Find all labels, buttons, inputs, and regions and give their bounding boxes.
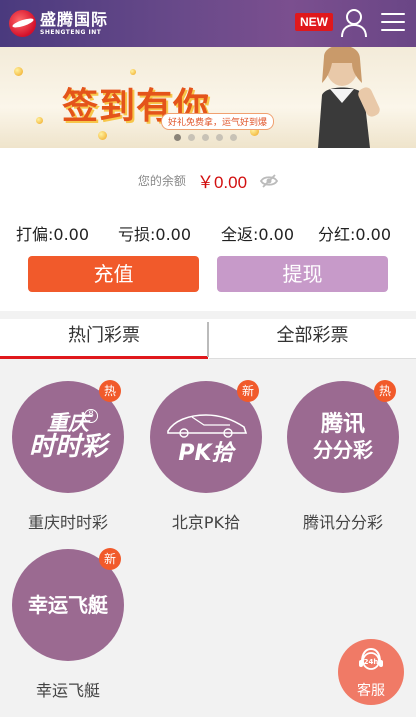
balance-label: 您的余额 — [137, 174, 186, 188]
promo-banner[interactable]: 签到有你 好礼免费拿，运气好到爆 — [0, 47, 416, 148]
game-icon: PK拾 新 — [150, 380, 262, 493]
game-logo-line1: 腾讯 — [320, 411, 365, 437]
game-item-xyft[interactable]: 幸运飞艇 新 幸运飞艇 — [0, 548, 136, 701]
game-item-txffc[interactable]: 腾讯 分分彩 热 腾讯分分彩 — [275, 380, 411, 533]
hot-badge: 热 — [374, 380, 396, 402]
new-badge[interactable]: NEW — [295, 13, 333, 31]
game-name: 腾讯分分彩 — [302, 513, 383, 532]
coin-icon — [130, 69, 136, 75]
game-name: 重庆时时彩 — [27, 513, 108, 532]
eye-hidden-icon[interactable] — [260, 173, 279, 188]
game-name: 幸运飞艇 — [35, 681, 100, 700]
stat-dapian: 打偏:0.00 — [16, 225, 90, 244]
hot-badge: 热 — [99, 380, 121, 402]
game-icon: 幸运飞艇 新 — [12, 548, 124, 661]
game-logo-line1: 重庆 — [47, 411, 89, 436]
game-logo-line2: 分分彩 — [313, 438, 373, 463]
balance-row: 您的余额 ￥0.00 — [0, 168, 416, 193]
carousel-dot[interactable] — [202, 134, 209, 141]
banner-subtitle: 好礼免费拿，运气好到爆 — [161, 113, 275, 130]
game-icon: 重庆 时时彩 8 热 — [12, 380, 124, 493]
customer-service-button[interactable]: 24h 客服 — [338, 639, 404, 705]
headset-icon: 24h — [359, 647, 383, 670]
tab-all-lottery[interactable]: 全部彩票 — [209, 319, 416, 359]
brand-logo[interactable]: 盛腾国际 SHENGTENG INT — [9, 10, 108, 37]
game-item-bjpk10[interactable]: PK拾 新 北京PK拾 — [138, 380, 274, 533]
stat-kuisun: 亏损:0.00 — [118, 225, 192, 244]
deposit-button[interactable]: 充值 — [28, 256, 199, 292]
carousel-dot[interactable] — [230, 134, 237, 141]
game-logo-line1: PK拾 — [178, 441, 234, 467]
carousel-dots — [174, 134, 244, 141]
logo-title: 盛腾国际 — [40, 9, 109, 29]
carousel-dot[interactable] — [188, 134, 195, 141]
coin-icon — [36, 117, 43, 124]
game-logo-sup: 8 — [84, 409, 98, 423]
stats-row: 打偏:0.00 亏损:0.00 全返:0.00 分红:0.00 — [0, 221, 416, 244]
tab-hot-lottery[interactable]: 热门彩票 — [0, 319, 208, 359]
top-header: 盛腾国际 SHENGTENG INT NEW — [0, 0, 416, 47]
user-icon[interactable] — [340, 8, 368, 38]
service-label: 客服 — [357, 683, 385, 699]
game-name: 北京PK拾 — [171, 513, 241, 532]
game-logo-line2: 时时彩 — [28, 432, 107, 463]
stat-quanfan: 全返:0.00 — [221, 225, 295, 244]
game-item-cqssc[interactable]: 重庆 时时彩 8 热 重庆时时彩 — [0, 380, 136, 533]
logo-mark-icon — [9, 10, 36, 37]
new-badge: 新 — [237, 380, 259, 402]
stat-fenhong: 分红:0.00 — [318, 225, 392, 244]
withdraw-button[interactable]: 提现 — [217, 256, 388, 292]
carousel-dot[interactable] — [216, 134, 223, 141]
coin-icon — [98, 131, 107, 140]
new-badge: 新 — [99, 548, 121, 570]
coin-icon — [14, 67, 23, 76]
banner-model-image — [318, 47, 380, 148]
lottery-tabs: 热门彩票 全部彩票 — [0, 319, 416, 359]
menu-icon[interactable] — [381, 13, 405, 33]
service-icon-text: 24h — [364, 658, 379, 666]
balance-value: ￥0.00 — [196, 173, 248, 192]
account-card: 您的余额 ￥0.00 打偏:0.00 亏损:0.00 全返:0.00 分红:0.… — [0, 148, 416, 311]
game-icon: 腾讯 分分彩 热 — [287, 380, 399, 493]
logo-subtitle: SHENGTENG INT — [40, 28, 102, 36]
game-logo-line1: 幸运飞艇 — [28, 592, 108, 617]
carousel-dot[interactable] — [174, 134, 181, 141]
